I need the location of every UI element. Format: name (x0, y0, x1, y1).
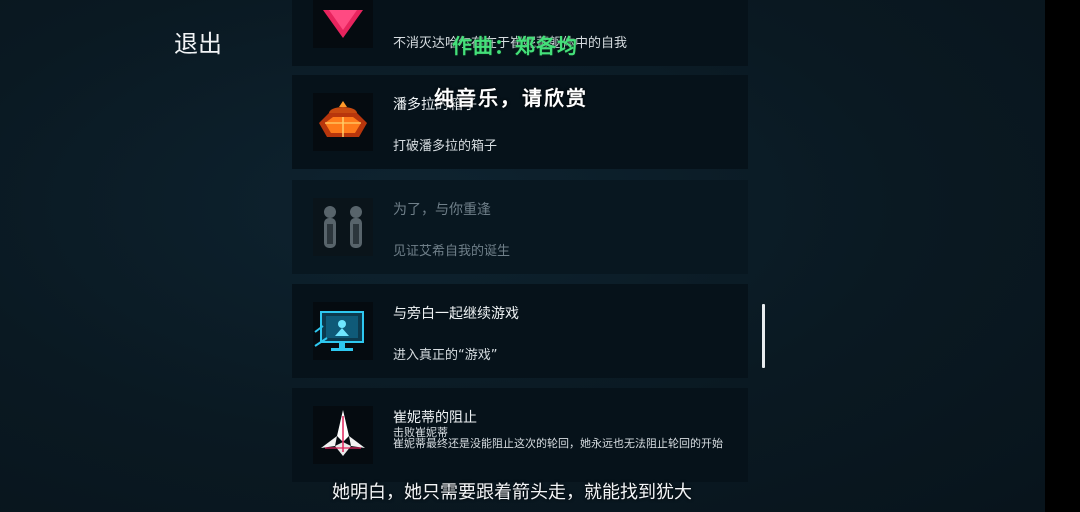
pink-heart-icon (313, 0, 373, 48)
achievement-title: 崔妮蒂的阻止 (393, 410, 477, 426)
achievement-desc: 进入真正的“游戏” (393, 348, 498, 363)
music-notice: 纯音乐，请欣赏 (434, 86, 588, 110)
achievement-card[interactable]: 为了，与你重逢 见证艾希自我的诞生 (292, 180, 748, 274)
subtitle-text: 她明白，她只需要跟着箭头走，就能找到犹大 (332, 482, 692, 503)
achievement-desc: 见证艾希自我的诞生 (393, 244, 511, 259)
composer-credit: 作曲：郑各均 (452, 34, 578, 58)
achievement-desc: 击败崔妮蒂 崔妮蒂最终还是没能阻止这次的轮回，她永远也无法阻止轮回的开始 (393, 426, 723, 450)
achievement-title: 与旁白一起继续游戏 (393, 306, 519, 322)
scrollbar-thumb[interactable] (762, 304, 765, 368)
exit-button[interactable]: 退出 (174, 24, 222, 59)
achievement-card[interactable]: 与旁白一起继续游戏 进入真正的“游戏” (292, 284, 748, 378)
achievement-card[interactable]: 崔妮蒂的阻止 击败崔妮蒂 崔妮蒂最终还是没能阻止这次的轮回，她永远也无法阻止轮回… (292, 388, 748, 482)
white-ship-icon (313, 406, 373, 464)
twin-figures-icon (313, 198, 373, 256)
right-edge-bar (1045, 0, 1080, 512)
achievement-title: 为了，与你重逢 (393, 202, 491, 218)
pandora-box-icon (313, 93, 373, 151)
holo-monitor-icon (313, 302, 373, 360)
achievement-desc: 打破潘多拉的箱子 (393, 139, 498, 154)
